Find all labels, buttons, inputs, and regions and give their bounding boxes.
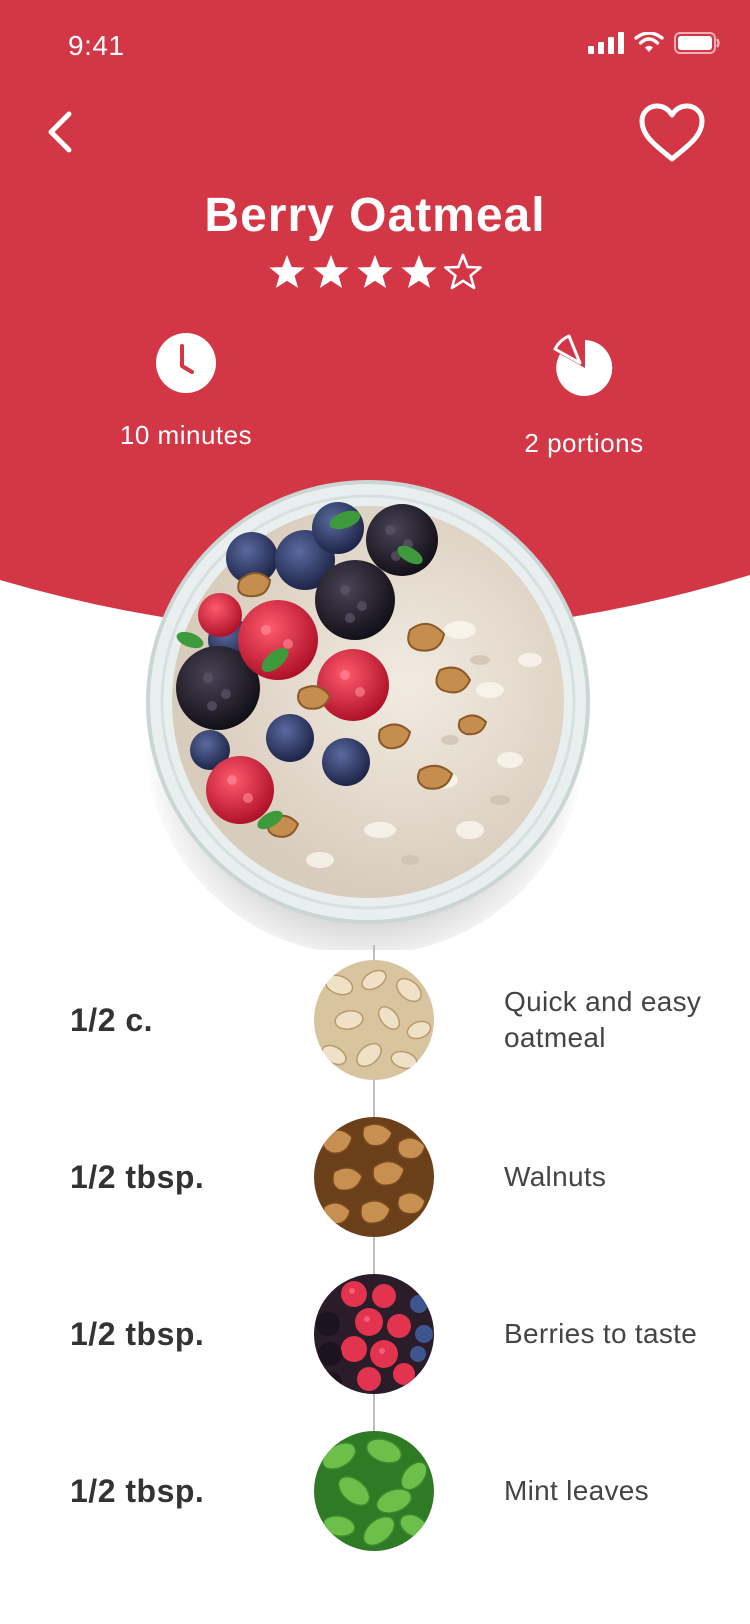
oats-image [314, 960, 434, 1080]
star-filled-icon[interactable] [311, 253, 351, 291]
portions-label: 2 portions [524, 428, 644, 458]
back-button[interactable] [34, 100, 86, 164]
ingredient-quantity: 1/2 tbsp. [70, 1473, 205, 1509]
ingredient-row[interactable]: 1/2 tbsp. Walnuts [0, 1117, 750, 1237]
battery-icon [674, 32, 720, 54]
chevron-left-icon [48, 111, 72, 153]
status-time: 9:41 [68, 30, 125, 61]
pie-chart-icon [553, 334, 613, 396]
ingredient-name: Quick and easy oatmeal [504, 986, 702, 1053]
ingredient-row[interactable]: 1/2 c. Quick and easy oatmeal [0, 960, 750, 1080]
signal-icon [588, 32, 624, 54]
berries-image [314, 1274, 434, 1394]
heart-outline-icon [639, 103, 705, 162]
ingredient-quantity: 1/2 c. [70, 1002, 154, 1038]
recipe-screen: 9:41 Berry Oatmeal 10 minutes 2 portions… [0, 0, 750, 1624]
ingredient-quantity: 1/2 tbsp. [70, 1316, 205, 1352]
ingredient-row[interactable]: 1/2 tbsp. Berries to taste [0, 1274, 750, 1394]
wifi-icon [634, 32, 664, 52]
ingredient-name: Mint leaves [504, 1475, 649, 1506]
recipe-photo [145, 480, 590, 950]
star-filled-icon[interactable] [355, 253, 395, 291]
cook-time-label: 10 minutes [119, 420, 253, 450]
clock-icon [156, 333, 216, 393]
ingredient-quantity: 1/2 tbsp. [70, 1159, 205, 1195]
walnuts-image [314, 1117, 434, 1237]
status-bar: 9:41 [0, 0, 750, 90]
status-icons [588, 32, 720, 54]
portions: 2 portions [474, 332, 694, 459]
favorite-button[interactable] [634, 98, 710, 168]
cook-time: 10 minutes [76, 332, 296, 451]
star-outline-icon[interactable] [443, 253, 483, 291]
ingredient-row[interactable]: 1/2 tbsp. Mint leaves [0, 1431, 750, 1551]
star-filled-icon[interactable] [399, 253, 439, 291]
ingredient-name: Berries to taste [504, 1318, 698, 1349]
mint-image [314, 1431, 434, 1551]
star-rating[interactable] [0, 253, 750, 291]
star-filled-icon[interactable] [267, 253, 307, 291]
recipe-title: Berry Oatmeal [204, 189, 546, 242]
ingredient-name: Walnuts [504, 1161, 607, 1192]
